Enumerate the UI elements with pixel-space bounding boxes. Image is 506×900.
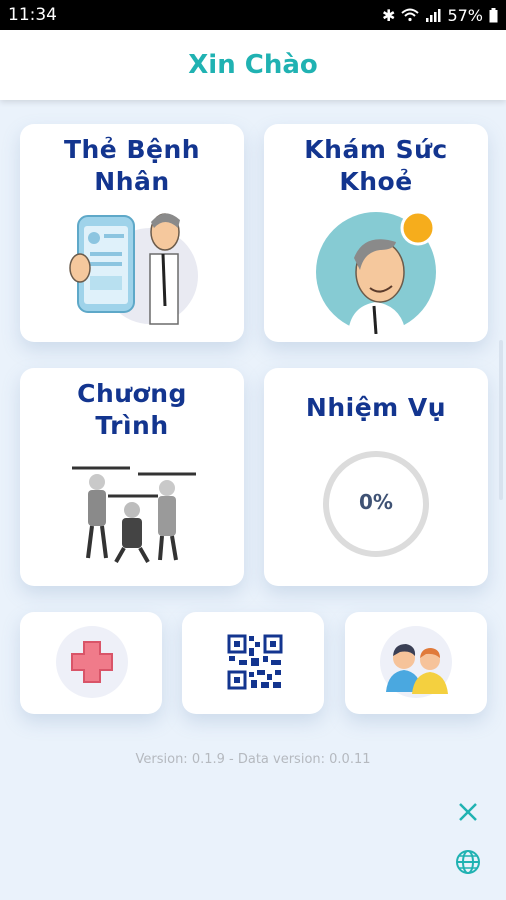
health-check-title-line2: Khoẻ (339, 167, 413, 196)
doctor-phone-illustration (69, 213, 198, 325)
health-check-tile[interactable]: Khám Sức Khoẻ (264, 124, 488, 342)
medical-button[interactable] (20, 612, 162, 714)
page-title: Xin Chào (188, 50, 318, 80)
qr-code-button[interactable] (182, 612, 324, 714)
patient-card-title-line2: Nhân (94, 167, 170, 196)
patient-card-title-line1: Thẻ Bệnh (63, 135, 201, 164)
status-icons: ✱ 57% (382, 6, 498, 25)
wifi-icon (401, 8, 420, 22)
bluetooth-icon: ✱ (382, 5, 396, 25)
tasks-title: Nhiệm Vụ (264, 392, 488, 424)
side-drag-handle[interactable] (499, 340, 503, 500)
program-title: Chương Trình (20, 378, 244, 442)
health-check-title-line1: Khám Sức (304, 135, 448, 164)
status-time: 11:34 (8, 5, 57, 25)
app-bar: Xin Chào (0, 30, 506, 100)
signal-icon (426, 9, 441, 22)
program-tile[interactable]: Chương Trình (20, 368, 244, 586)
doctor-face-illustration (316, 210, 436, 334)
patient-card-tile[interactable]: Thẻ Bệnh Nhân (20, 124, 244, 342)
people-icon (380, 626, 452, 698)
program-title-line1: Chương (77, 379, 187, 408)
program-title-line2: Trình (95, 411, 169, 440)
status-bar: 11:34 ✱ 57% (0, 0, 506, 30)
qr-code-icon (227, 634, 283, 690)
health-check-title: Khám Sức Khoẻ (264, 134, 488, 198)
version-text: Version: 0.1.9 - Data version: 0.0.11 (135, 752, 371, 767)
tasks-tile[interactable]: Nhiệm Vụ 0% (264, 368, 488, 586)
patient-card-title: Thẻ Bệnh Nhân (20, 134, 244, 198)
close-icon[interactable] (458, 802, 478, 822)
globe-icon[interactable] (455, 849, 481, 875)
red-cross-icon (56, 626, 128, 698)
exercise-group-illustration (72, 466, 196, 563)
battery-percent: 57% (447, 5, 483, 25)
tasks-title-line1: Nhiệm Vụ (305, 393, 447, 422)
people-button[interactable] (345, 612, 487, 714)
tasks-progress-value: 0% (359, 490, 393, 514)
battery-icon (489, 7, 498, 22)
